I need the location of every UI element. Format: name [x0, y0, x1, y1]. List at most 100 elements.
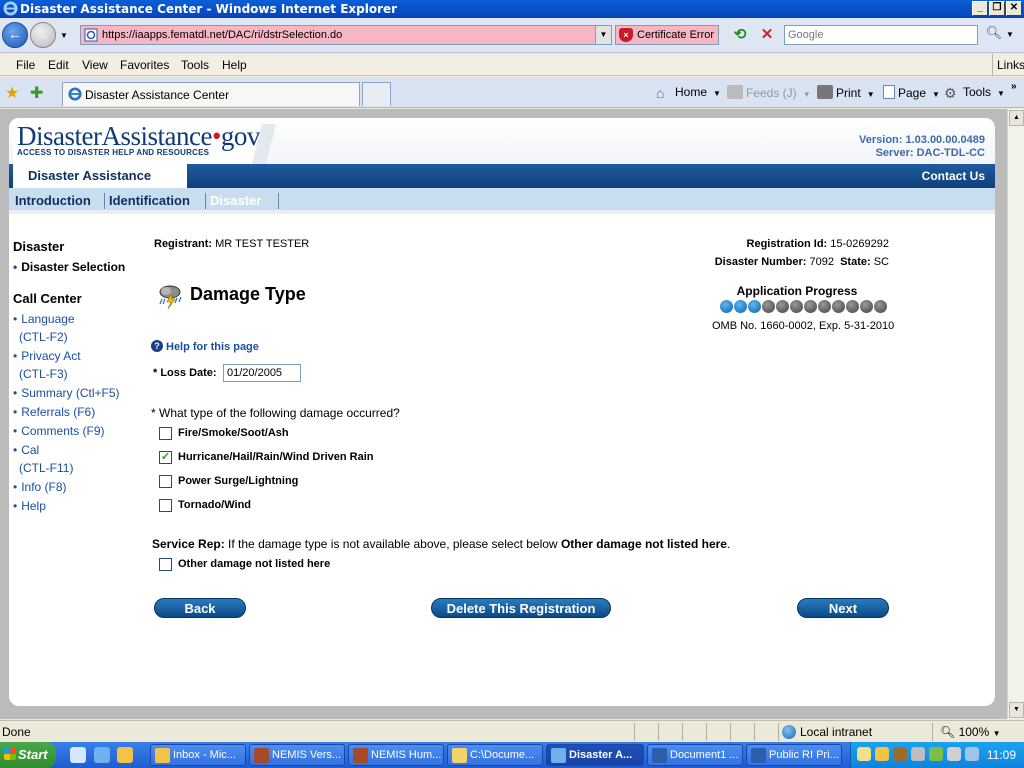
progress-step-pending — [818, 300, 831, 313]
refresh-icon[interactable]: ⟲ — [730, 25, 750, 45]
scroll-down-icon[interactable]: ▼ — [1009, 702, 1024, 718]
print-label: Print — [836, 86, 861, 100]
mail-icon[interactable] — [857, 747, 871, 761]
zoom-icon: 🔍︎ — [940, 725, 956, 739]
contact-us-link[interactable]: Contact Us — [922, 169, 985, 183]
connection-tray-icon[interactable] — [965, 747, 979, 761]
ie-quicklaunch-icon[interactable] — [94, 747, 110, 763]
address-dropdown-icon[interactable]: ▼ — [595, 26, 611, 44]
certificate-error-label: Certificate Error — [637, 29, 715, 41]
chevron-down-icon: ▼ — [992, 729, 1001, 738]
ie-logo-icon — [551, 748, 566, 763]
scroll-up-icon[interactable]: ▲ — [1009, 110, 1024, 126]
tools-menu-button[interactable]: ⚙ Tools ▼ — [944, 85, 1005, 101]
security-tray-icon[interactable] — [893, 747, 907, 761]
bullet-icon: • — [13, 480, 18, 494]
sidebar-item-info[interactable]: • Info (F8) — [13, 478, 67, 496]
address-field[interactable]: https://iaapps.fematdl.net/DAC/ri/dstrSe… — [80, 25, 612, 45]
favorites-star-icon[interactable]: ★ — [5, 83, 19, 103]
taskbar-button-public-ri[interactable]: Public RI Pri... — [746, 744, 842, 766]
sidebar-item-privacy-act[interactable]: • Privacy Act (CTL-F3) — [13, 347, 81, 383]
sidebar-item-summary[interactable]: • Summary (Ctl+F5) — [13, 384, 120, 402]
minimize-button[interactable]: _ — [972, 1, 988, 16]
taskbar-button-documents-folder[interactable]: C:\Docume... — [447, 744, 543, 766]
vertical-scrollbar[interactable]: ▲ ▼ — [1007, 109, 1024, 719]
add-favorite-icon[interactable]: ✚ — [30, 83, 43, 103]
taskbar-button-nemis-hum[interactable]: NEMIS Hum... — [348, 744, 444, 766]
more-commands-icon[interactable]: » — [1011, 81, 1017, 92]
search-icon[interactable]: 🔍︎ — [983, 25, 1005, 45]
links-toolbar[interactable]: Links — [992, 54, 1024, 76]
menu-edit[interactable]: Edit — [48, 58, 69, 72]
ie-logo-icon — [68, 87, 82, 101]
checkbox-tornado[interactable] — [159, 499, 172, 512]
tab-disaster-assistance-center[interactable]: Disaster Assistance Center — [62, 82, 360, 106]
zoom-level[interactable]: 🔍︎ 100% ▼ — [940, 725, 1001, 739]
sidebar-item-referrals[interactable]: • Referrals (F6) — [13, 403, 95, 421]
feeds-label: Feeds (J) — [746, 86, 797, 100]
network-tray-icon[interactable] — [929, 747, 943, 761]
sidebar-item-cal[interactable]: • Cal (CTL-F11) — [13, 441, 73, 477]
taskbar-button-inbox[interactable]: Inbox - Mic... — [150, 744, 246, 766]
search-input[interactable]: Google — [784, 25, 978, 45]
home-icon: ⌂ — [656, 85, 665, 101]
nav-tab-identification[interactable]: Identification — [109, 193, 190, 208]
taskbar-button-label: Inbox - Mic... — [173, 749, 236, 761]
back-nav-button[interactable]: ← — [2, 22, 28, 48]
taskbar-button-document1[interactable]: Document1 ... — [647, 744, 743, 766]
taskbar-button-nemis-vers[interactable]: NEMIS Vers... — [249, 744, 345, 766]
home-label: Home — [675, 85, 708, 99]
sync-tray-icon[interactable] — [911, 747, 925, 761]
help-for-page-link[interactable]: Help for this page — [166, 341, 259, 353]
checkbox-power-surge[interactable] — [159, 475, 172, 488]
close-window-button[interactable]: ✕ — [1006, 1, 1022, 16]
start-button[interactable]: Start — [0, 742, 56, 768]
new-tab-button[interactable] — [362, 82, 391, 106]
menu-favorites[interactable]: Favorites — [120, 58, 169, 72]
delete-registration-button[interactable]: Delete This Registration — [431, 598, 611, 618]
back-button[interactable]: Back — [154, 598, 246, 618]
sidebar-item-comments[interactable]: • Comments (F9) — [13, 422, 105, 440]
menu-file[interactable]: File — [16, 58, 35, 72]
menu-view[interactable]: View — [82, 58, 108, 72]
taskbar-button-label: NEMIS Vers... — [272, 749, 342, 761]
security-zone[interactable]: Local intranet — [782, 725, 872, 739]
page-menu-button[interactable]: Page ▼ — [883, 85, 940, 100]
menu-tools[interactable]: Tools — [181, 58, 209, 72]
volume-tray-icon[interactable] — [947, 747, 961, 761]
folder-icon — [452, 748, 467, 763]
forward-nav-button[interactable]: → — [30, 22, 56, 48]
sidebar-item-label: Language — [21, 312, 75, 326]
search-options-dropdown[interactable]: ▼ — [1006, 30, 1014, 39]
print-button[interactable]: Print ▼ — [817, 85, 875, 100]
windows-flag-icon — [4, 748, 16, 760]
nav-tab-disaster: Disaster — [210, 193, 262, 208]
help-icon[interactable]: ? — [151, 340, 163, 352]
feeds-button[interactable]: Feeds (J) ▼ — [727, 85, 811, 100]
sidebar-item-help[interactable]: • Help — [13, 497, 46, 515]
checkbox-other-damage[interactable] — [159, 558, 172, 571]
option-label-fire: Fire/Smoke/Soot/Ash — [178, 427, 289, 439]
globe-icon — [782, 725, 796, 739]
stop-icon[interactable]: ✕ — [757, 25, 777, 45]
outlook-tray-icon[interactable] — [875, 747, 889, 761]
outlook-quicklaunch-icon[interactable] — [117, 747, 133, 763]
taskbar-button-disaster-assistance[interactable]: Disaster A... — [546, 744, 644, 766]
menu-help[interactable]: Help — [222, 58, 247, 72]
taskbar-button-label: NEMIS Hum... — [371, 749, 442, 761]
sidebar-item-language[interactable]: • Language (CTL-F2) — [13, 310, 75, 346]
home-button[interactable]: ⌂ Home ▼ — [656, 85, 721, 101]
loss-date-input[interactable]: 01/20/2005 — [223, 364, 301, 382]
nav-tab-introduction[interactable]: Introduction — [15, 193, 91, 208]
certificate-error-button[interactable]: × Certificate Error — [615, 25, 719, 45]
nav-separator — [104, 193, 105, 209]
site-logo[interactable]: DisasterAssistance•gov ACCESS TO DISASTE… — [13, 118, 260, 164]
next-button[interactable]: Next — [797, 598, 889, 618]
recent-pages-dropdown[interactable]: ▼ — [60, 31, 68, 40]
progress-step-done — [748, 300, 761, 313]
sidebar-item-disaster-selection[interactable]: • Disaster Selection — [13, 258, 125, 276]
checkbox-fire[interactable] — [159, 427, 172, 440]
checkbox-hurricane[interactable]: ✓ — [159, 451, 172, 464]
restore-button[interactable]: ❐ — [989, 1, 1005, 16]
show-desktop-icon[interactable] — [70, 747, 86, 763]
